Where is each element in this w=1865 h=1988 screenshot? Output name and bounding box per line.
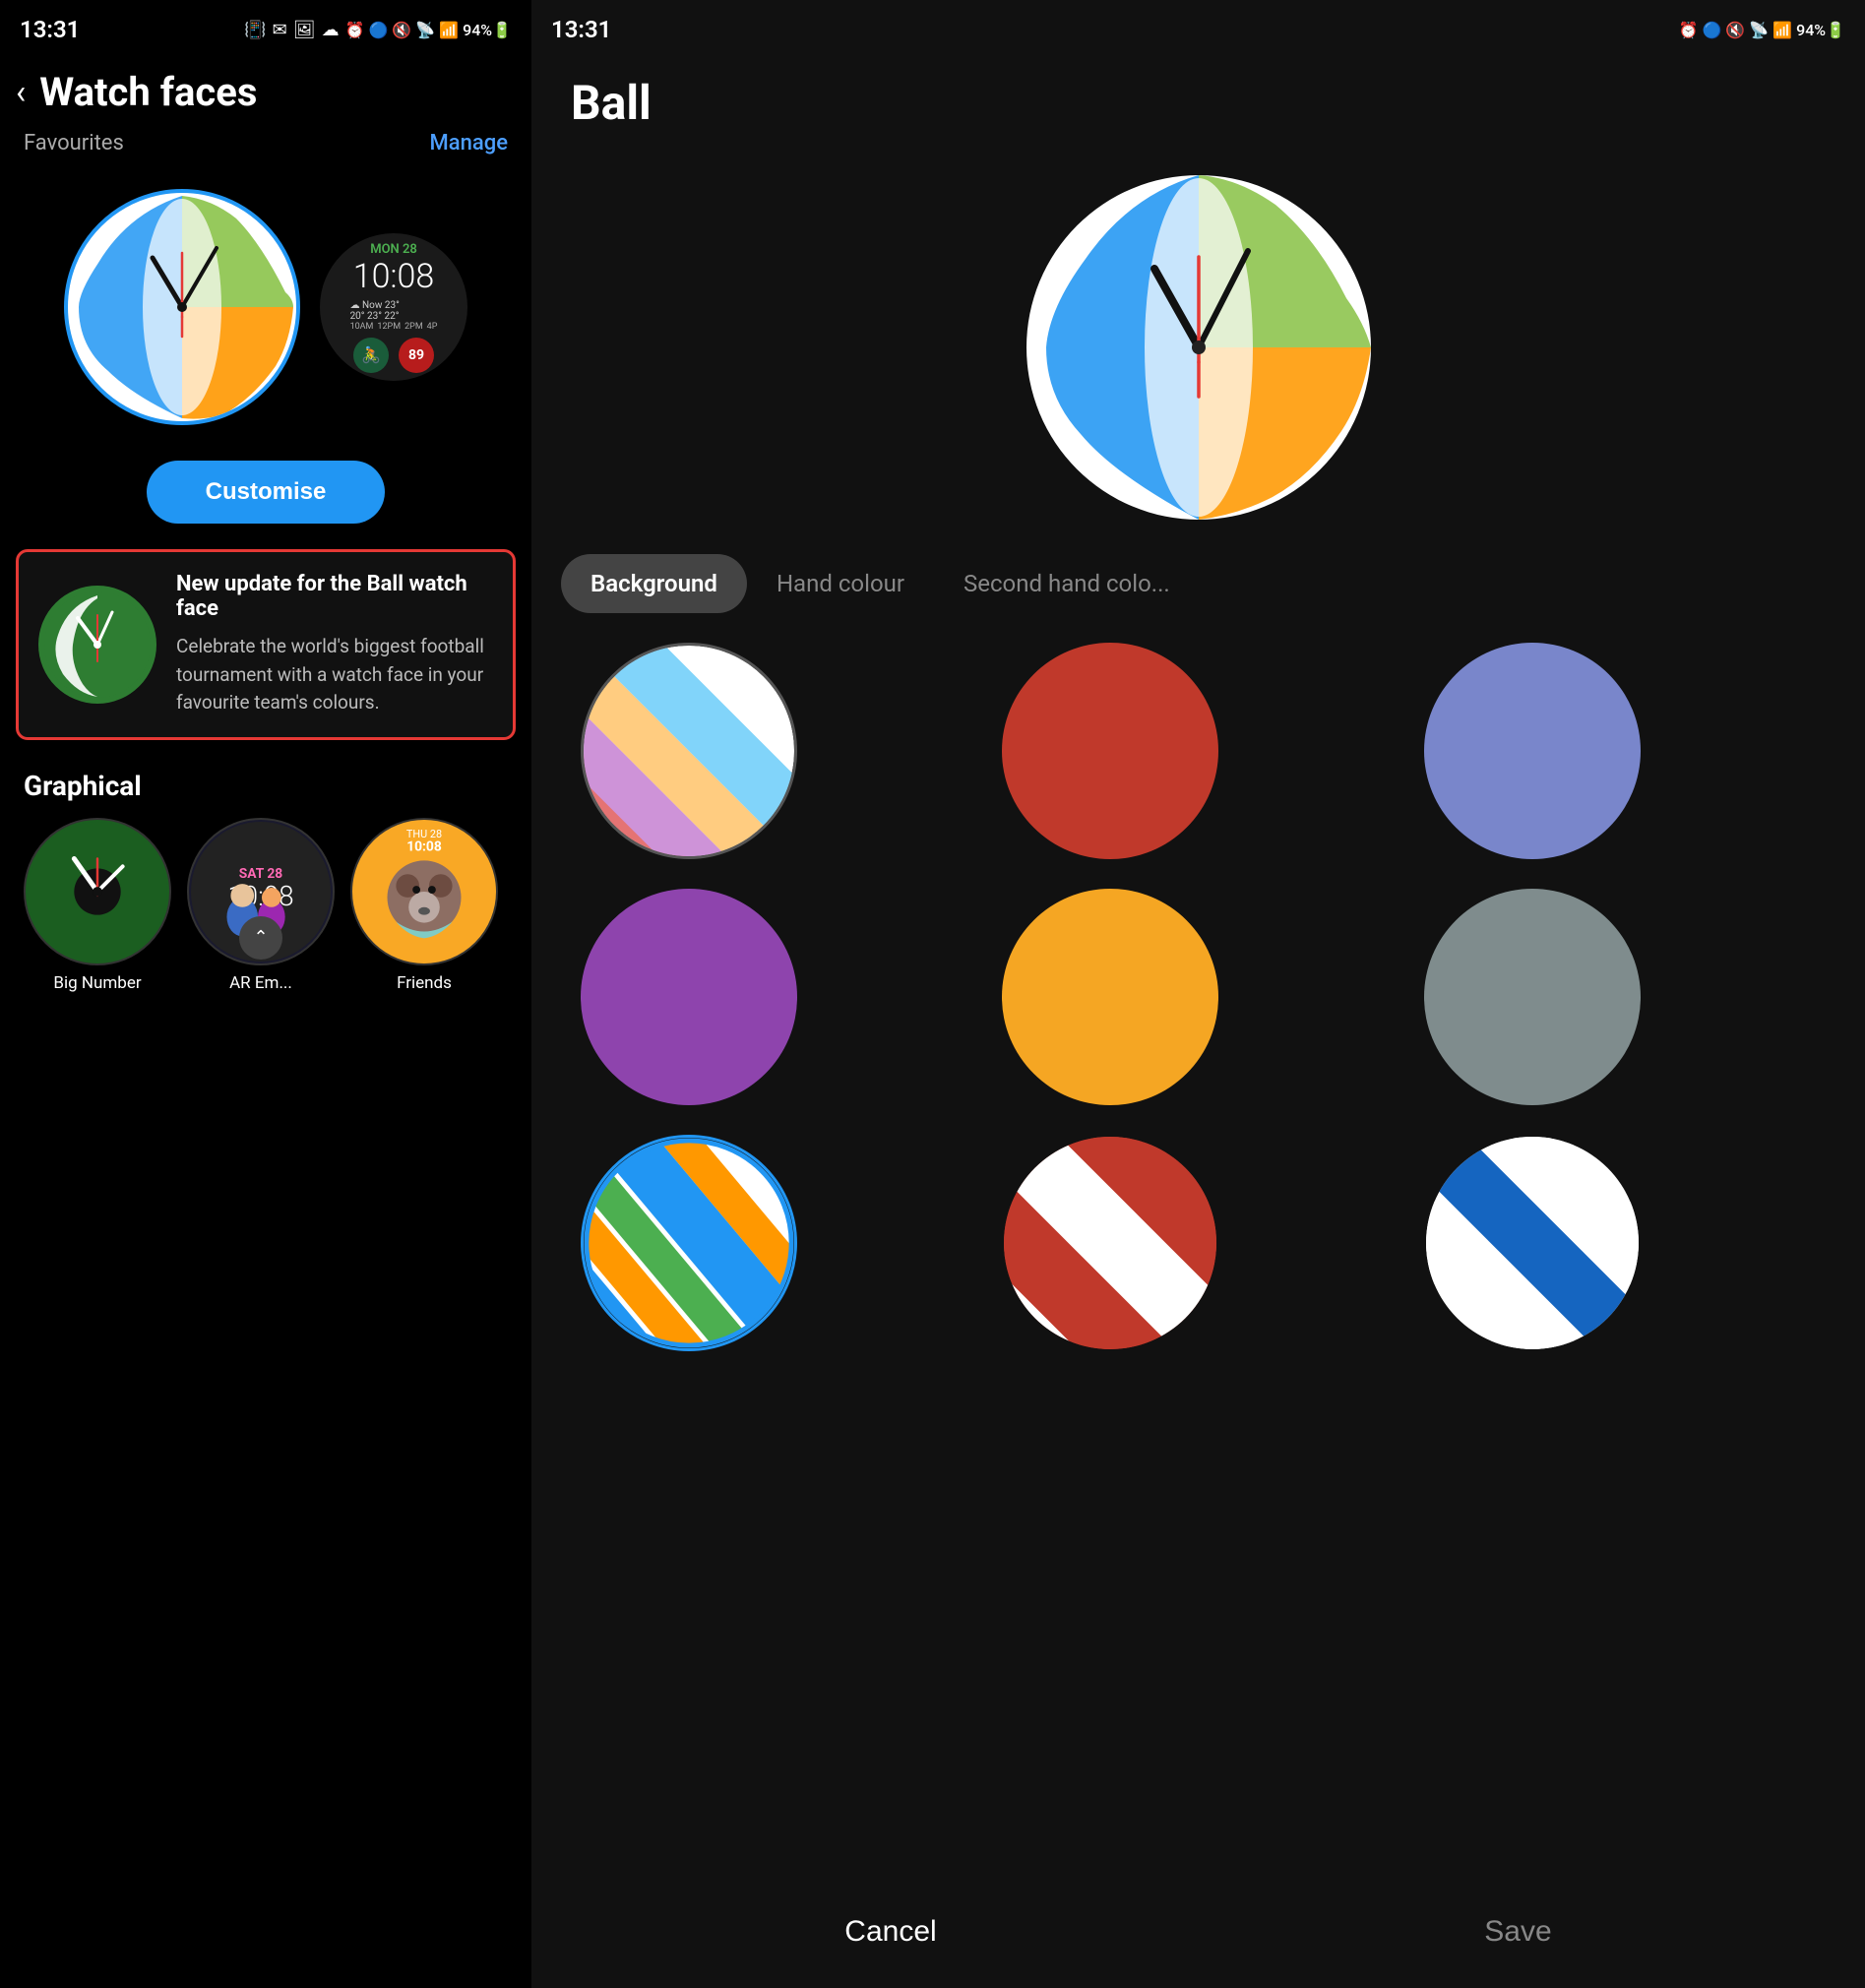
color-swatch-purple[interactable] [581,889,797,1105]
face-label-friends: Friends [397,973,452,993]
right-time: 13:31 [551,16,611,43]
face-label-ar: AR Em... [229,973,292,993]
color-swatch-gold[interactable] [1002,889,1218,1105]
health-score: 89 [399,338,434,373]
secondary-weather: ☁ Now 23° 20° 23° 22° 10AM 12PM 2PM 4P [350,300,438,332]
scroll-up-button[interactable]: ⌃ [239,916,282,960]
right-header: Ball [531,59,1865,141]
left-panel: 13:31 📳 ✉ 🖼 ☁ ⏰ 🔵 🔇 📡 📶 94%🔋 ‹ Watch fac… [0,0,531,1988]
cancel-button[interactable]: Cancel [785,1905,995,1958]
tab-background[interactable]: Background [561,554,747,613]
svg-text:THU 28: THU 28 [406,827,442,839]
watch-preview-area: MON 28 10:08 ☁ Now 23° 20° 23° 22° 10AM … [0,169,531,445]
update-banner: New update for the Ball watch face Celeb… [16,549,516,740]
bottom-actions: Cancel Save [531,1876,1865,1988]
main-watch-face[interactable] [64,189,300,425]
left-status-bar: 13:31 📳 ✉ 🖼 ☁ ⏰ 🔵 🔇 📡 📶 94%🔋 [0,0,531,59]
update-title: New update for the Ball watch face [176,572,493,621]
color-swatch-stripe2[interactable] [581,1135,797,1351]
right-title: Ball [571,75,652,131]
favourites-label: Favourites [24,131,124,155]
svg-text:10:08: 10:08 [406,839,442,854]
secondary-watch-face[interactable]: MON 28 10:08 ☁ Now 23° 20° 23° 22° 10AM … [320,233,467,381]
color-grid [531,633,1865,1361]
back-button[interactable]: ‹ [16,76,26,109]
graphical-faces: Big Number SAT 28 10:08 [24,818,508,993]
color-swatch-stripe4[interactable] [1424,1135,1641,1351]
tab-bar: Background Hand colour Second hand colo.… [531,554,1865,613]
update-text: New update for the Ball watch face Celeb… [176,572,493,717]
save-button[interactable]: Save [1425,1905,1610,1958]
secondary-date: MON 28 [370,242,417,257]
right-panel: 13:31 ⏰ 🔵 🔇 📡 📶 94%🔋 Ball [531,0,1865,1988]
manage-link[interactable]: Manage [430,131,508,155]
update-description: Celebrate the world's biggest football t… [176,633,493,717]
customise-button[interactable]: Customise [147,461,386,524]
face-item-friends[interactable]: 10:08 THU 28 Friends [350,818,498,993]
cycling-icon: 🚴 [353,338,389,373]
favourites-header: Favourites Manage [0,131,531,169]
right-status-bar: 13:31 ⏰ 🔵 🔇 📡 📶 94%🔋 [531,0,1865,59]
left-status-icons: 📳 ✉ 🖼 ☁ ⏰ 🔵 🔇 📡 📶 94%🔋 [244,20,512,40]
tab-hand-colour[interactable]: Hand colour [747,554,934,613]
page-title: Watch faces [39,69,257,115]
right-status-icons: ⏰ 🔵 🔇 📡 📶 94%🔋 [1679,21,1845,39]
color-swatch-grey[interactable] [1424,889,1641,1105]
color-swatch-blue-purple[interactable] [1424,643,1641,859]
color-swatch-red[interactable] [1002,643,1218,859]
update-watch-preview [38,586,156,704]
face-item-big-number[interactable]: Big Number [24,818,171,993]
tab-second-hand-colour[interactable]: Second hand colo... [934,554,1200,613]
graphical-title: Graphical [24,770,508,802]
ball-watch-preview [531,141,1865,554]
color-swatch-stripe3[interactable] [1002,1135,1218,1351]
face-item-ar[interactable]: SAT 28 10:08 AR Em... ⌃ [187,818,335,993]
graphical-section: Graphical Big Number [0,750,531,1003]
color-swatch-stripe1[interactable] [581,643,797,859]
secondary-time: 10:08 [353,257,435,296]
left-time: 13:31 [20,16,80,43]
left-header: ‹ Watch faces [0,59,531,131]
face-label-big-number: Big Number [53,973,141,993]
